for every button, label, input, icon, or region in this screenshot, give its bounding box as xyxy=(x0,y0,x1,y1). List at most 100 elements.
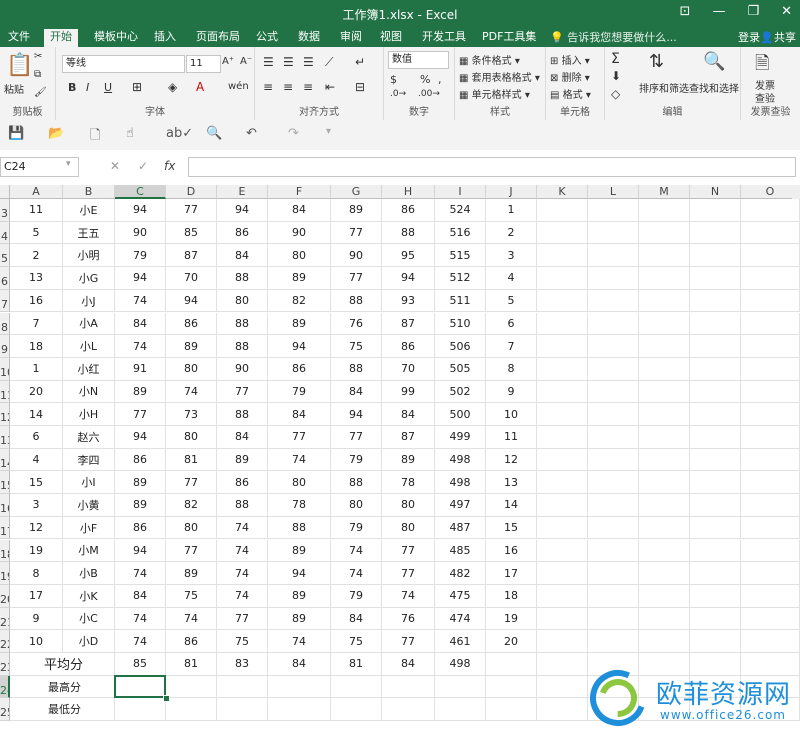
cell-k16[interactable] xyxy=(537,494,588,517)
col-header-b[interactable]: B xyxy=(63,185,115,199)
cell-k4[interactable] xyxy=(537,221,588,245)
cell-f11[interactable]: 79 xyxy=(268,380,331,404)
cell-a18[interactable]: 19 xyxy=(10,539,63,563)
paste-icon[interactable]: 📋 xyxy=(6,53,33,78)
cell-l14[interactable] xyxy=(588,448,639,472)
percent-button[interactable]: % xyxy=(420,73,430,86)
cell-c18[interactable]: 94 xyxy=(115,539,166,563)
cell-n17[interactable] xyxy=(690,516,741,540)
cell-d23[interactable]: 81 xyxy=(166,653,217,676)
cell-l11[interactable] xyxy=(588,380,639,404)
cell-e16[interactable]: 88 xyxy=(217,494,268,517)
cell-f7[interactable]: 82 xyxy=(268,289,331,313)
row-header-9[interactable]: 9 xyxy=(0,335,10,358)
cell-a4[interactable]: 5 xyxy=(10,221,63,245)
cell-b10[interactable]: 小红 xyxy=(63,357,115,381)
cell-l22[interactable] xyxy=(588,630,639,653)
cell-e8[interactable]: 88 xyxy=(217,312,268,336)
cell-e10[interactable]: 90 xyxy=(217,357,268,381)
cell-l18[interactable] xyxy=(588,539,639,563)
cell-i25[interactable] xyxy=(435,698,486,722)
redo-icon[interactable]: ↷ xyxy=(288,126,299,141)
cell-n19[interactable] xyxy=(690,562,741,585)
cell-d7[interactable]: 94 xyxy=(166,289,217,313)
cell-g20[interactable]: 79 xyxy=(331,584,382,608)
cell-m8[interactable] xyxy=(639,312,690,336)
cell-g18[interactable]: 74 xyxy=(331,539,382,563)
cell-l17[interactable] xyxy=(588,516,639,540)
cell-k25[interactable] xyxy=(537,698,588,722)
find-select-icon[interactable]: 🔍 xyxy=(703,51,725,72)
col-header-h[interactable]: H xyxy=(382,185,435,199)
fill-handle[interactable] xyxy=(163,695,170,703)
cell-f17[interactable]: 88 xyxy=(268,516,331,540)
cell-c9[interactable]: 74 xyxy=(115,335,166,358)
cell-o18[interactable] xyxy=(741,539,800,563)
cell-e25[interactable] xyxy=(217,698,268,722)
cell-i22[interactable]: 461 xyxy=(435,630,486,653)
cell-e7[interactable]: 80 xyxy=(217,289,268,313)
cell-h15[interactable]: 78 xyxy=(382,471,435,495)
cell-j9[interactable]: 7 xyxy=(486,335,537,358)
cell-h9[interactable]: 86 xyxy=(382,335,435,358)
cell-d8[interactable]: 86 xyxy=(166,312,217,336)
cell-n6[interactable] xyxy=(690,267,741,290)
cell-f6[interactable]: 89 xyxy=(268,267,331,290)
cell-k13[interactable] xyxy=(537,426,588,449)
col-header-a[interactable]: A xyxy=(10,185,63,199)
cell-d18[interactable]: 77 xyxy=(166,539,217,563)
align-right-icon[interactable]: ≡ xyxy=(303,80,313,94)
col-header-n[interactable]: N xyxy=(690,185,741,199)
cell-g17[interactable]: 79 xyxy=(331,516,382,540)
cell-k10[interactable] xyxy=(537,357,588,381)
cell-b4[interactable]: 王五 xyxy=(63,221,115,245)
cell-d6[interactable]: 70 xyxy=(166,267,217,290)
cell-o8[interactable] xyxy=(741,312,800,336)
grow-font-button[interactable]: A⁺ xyxy=(222,56,234,67)
cell-o6[interactable] xyxy=(741,267,800,290)
bottom-align-icon[interactable]: ☰ xyxy=(303,55,314,69)
cell-a14[interactable]: 4 xyxy=(10,448,63,472)
cell-j3[interactable]: 1 xyxy=(486,199,537,222)
cell-c21[interactable]: 74 xyxy=(115,607,166,631)
cell-n10[interactable] xyxy=(690,357,741,381)
row-header-6[interactable]: 6 xyxy=(0,267,10,290)
phonetic-button[interactable]: wén xyxy=(228,81,249,92)
cell-g14[interactable]: 79 xyxy=(331,448,382,472)
cell-m9[interactable] xyxy=(639,335,690,358)
row-header-25[interactable]: 25 xyxy=(0,698,10,722)
cell-e3[interactable]: 94 xyxy=(217,199,268,222)
cell-j20[interactable]: 18 xyxy=(486,584,537,608)
cell-g10[interactable]: 88 xyxy=(331,357,382,381)
cell-d14[interactable]: 81 xyxy=(166,448,217,472)
cell-g5[interactable]: 90 xyxy=(331,244,382,268)
cell-b22[interactable]: 小D xyxy=(63,630,115,653)
cell-m5[interactable] xyxy=(639,244,690,268)
cell-styles-button[interactable]: ▦ 单元格样式 ▾ xyxy=(459,86,530,101)
cell-h14[interactable]: 89 xyxy=(382,448,435,472)
indent-icon[interactable]: ⇤ xyxy=(325,80,335,94)
number-format-select[interactable]: 数值 xyxy=(388,51,449,69)
cell-j13[interactable]: 11 xyxy=(486,426,537,449)
cell-e24[interactable] xyxy=(217,675,268,699)
cell-g24[interactable] xyxy=(331,675,382,699)
cell-m16[interactable] xyxy=(639,494,690,517)
cell-n8[interactable] xyxy=(690,312,741,336)
cell-d13[interactable]: 80 xyxy=(166,426,217,449)
cell-o21[interactable] xyxy=(741,607,800,631)
cell-f15[interactable]: 80 xyxy=(268,471,331,495)
cell-n16[interactable] xyxy=(690,494,741,517)
row-header-8[interactable]: 8 xyxy=(0,312,10,336)
cell-k5[interactable] xyxy=(537,244,588,268)
cell-g9[interactable]: 75 xyxy=(331,335,382,358)
cell-k7[interactable] xyxy=(537,289,588,313)
cell-h11[interactable]: 99 xyxy=(382,380,435,404)
col-header-e[interactable]: E xyxy=(217,185,268,199)
cell-j10[interactable]: 8 xyxy=(486,357,537,381)
cell-e11[interactable]: 77 xyxy=(217,380,268,404)
insert-cells-button[interactable]: ⊞ 插入 ▾ xyxy=(550,52,590,67)
cell-i13[interactable]: 499 xyxy=(435,426,486,449)
cell-c17[interactable]: 86 xyxy=(115,516,166,540)
cell-j25[interactable] xyxy=(486,698,537,722)
cell-a19[interactable]: 8 xyxy=(10,562,63,585)
